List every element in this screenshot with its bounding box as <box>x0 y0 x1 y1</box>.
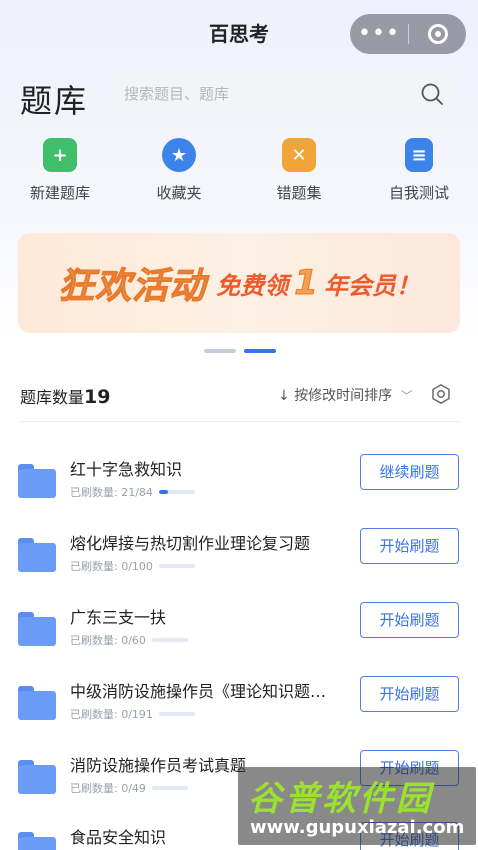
banner-subline: 免费领 1 年会员！ <box>216 263 420 304</box>
pagination-dot[interactable] <box>204 349 236 353</box>
quick-action-self-test[interactable]: ≡ 自我测试 <box>364 138 474 203</box>
star-icon: ★ <box>162 138 196 172</box>
pagination-dot-active[interactable] <box>244 349 276 353</box>
bank-count: 题库数量19 <box>20 384 110 408</box>
more-menu-button[interactable]: ••• <box>350 14 408 54</box>
folder-icon <box>18 464 56 498</box>
bank-progress: 已刷数量: 0/100 <box>70 558 195 574</box>
banner-headline: 狂欢活动 <box>58 266 207 308</box>
banner-sub-before: 免费领 <box>216 272 289 300</box>
settings-icon[interactable] <box>430 383 452 405</box>
cross-icon: ✕ <box>282 138 316 172</box>
quick-action-label: 自我测试 <box>388 184 449 202</box>
banner-pagination <box>0 349 478 355</box>
folder-icon <box>18 760 56 794</box>
bank-count-label: 题库数量 <box>20 388 85 407</box>
list-item[interactable]: 中级消防设施操作员《理论知识题… 已刷数量: 0/191 开始刷题 <box>0 674 478 744</box>
start-practice-button[interactable]: 开始刷题 <box>360 676 459 712</box>
close-circle-icon <box>427 24 448 44</box>
start-practice-button[interactable]: 开始刷题 <box>360 528 459 564</box>
document-icon: ≡ <box>405 138 433 172</box>
folder-icon <box>18 538 56 572</box>
site-watermark: 谷普软件园 www.gupuxiazai.com <box>238 767 476 845</box>
quick-action-favorites[interactable]: ★ 收藏夹 <box>124 138 234 203</box>
search-icon[interactable] <box>420 82 444 106</box>
close-program-button[interactable] <box>409 24 466 44</box>
nav-bar: 百思考 ••• <box>0 0 478 64</box>
quick-action-new-bank[interactable]: + 新建题库 <box>5 138 115 203</box>
progress-text: 已刷数量: 0/60 <box>70 634 146 647</box>
bank-progress: 已刷数量: 0/60 <box>70 632 188 648</box>
list-item[interactable]: 熔化焊接与热切割作业理论复习题 已刷数量: 0/100 开始刷题 <box>0 526 478 596</box>
bank-progress: 已刷数量: 0/49 <box>70 780 188 796</box>
list-divider <box>20 421 460 422</box>
sort-label: 按修改时间排序 <box>294 388 393 404</box>
bank-name: 红十字急救知识 <box>70 460 183 479</box>
watermark-url: www.gupuxiazai.com <box>250 817 465 838</box>
progress-bar <box>158 564 195 568</box>
progress-bar <box>151 786 188 790</box>
banner-sub-number: 1 <box>294 263 319 304</box>
progress-bar <box>151 638 188 642</box>
folder-icon <box>18 832 56 850</box>
quick-action-label: 错题集 <box>276 184 322 202</box>
start-practice-button[interactable]: 开始刷题 <box>360 602 459 638</box>
bank-progress: 已刷数量: 0/191 <box>70 706 195 722</box>
bank-name: 熔化焊接与热切割作业理论复习题 <box>70 534 311 553</box>
bank-name: 中级消防设施操作员《理论知识题… <box>70 682 327 701</box>
bank-name: 消防设施操作员考试真题 <box>70 756 247 775</box>
progress-text: 已刷数量: 21/84 <box>70 486 153 499</box>
promo-banner[interactable]: 狂欢活动 免费领 1 年会员！ <box>18 233 460 333</box>
quick-actions: + 新建题库 ★ 收藏夹 ✕ 错题集 ≡ 自我测试 <box>0 138 478 208</box>
chevron-down-icon: ﹀ <box>400 389 413 403</box>
banner-sub-after: 年会员！ <box>323 272 420 300</box>
progress-bar <box>158 490 195 494</box>
sort-button[interactable]: ↓ 按修改时间排序 ﹀ <box>278 385 413 405</box>
list-header: 题库数量19 ↓ 按修改时间排序 ﹀ <box>20 380 460 410</box>
page-title: 题库 <box>20 82 89 120</box>
folder-icon <box>18 686 56 720</box>
watermark-logo-text: 谷普软件园 <box>248 779 433 819</box>
progress-fill <box>158 490 168 494</box>
bank-count-value: 19 <box>84 386 111 408</box>
search-input[interactable] <box>124 85 404 103</box>
progress-text: 已刷数量: 0/49 <box>70 782 146 795</box>
search-bar[interactable] <box>110 70 460 118</box>
progress-bar <box>158 712 195 716</box>
continue-practice-button[interactable]: 继续刷题 <box>360 454 459 490</box>
quick-action-wrong-questions[interactable]: ✕ 错题集 <box>244 138 354 203</box>
progress-text: 已刷数量: 0/191 <box>70 708 153 721</box>
bank-progress: 已刷数量: 21/84 <box>70 484 195 500</box>
progress-text: 已刷数量: 0/100 <box>70 560 153 573</box>
quick-action-label: 新建题库 <box>29 184 90 202</box>
mini-program-capsule: ••• <box>350 14 466 54</box>
bank-name: 食品安全知识 <box>70 828 167 847</box>
list-item[interactable]: 红十字急救知识 已刷数量: 21/84 继续刷题 <box>0 452 478 522</box>
folder-icon <box>18 612 56 646</box>
list-item[interactable]: 广东三支一扶 已刷数量: 0/60 开始刷题 <box>0 600 478 670</box>
plus-icon: + <box>43 138 77 172</box>
quick-action-label: 收藏夹 <box>156 184 202 202</box>
bank-name: 广东三支一扶 <box>70 608 167 627</box>
sort-arrow-icon: ↓ <box>278 388 290 404</box>
